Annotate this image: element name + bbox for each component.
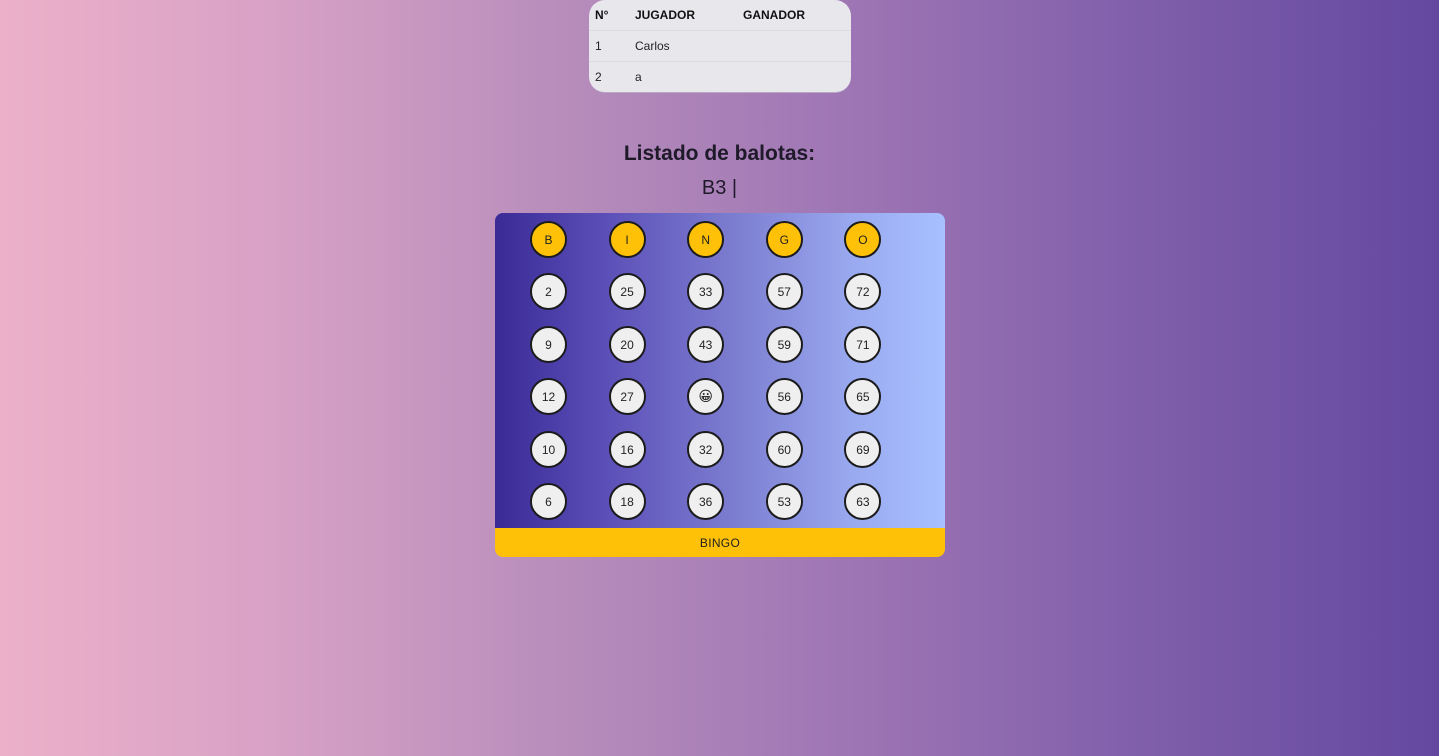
card-cell[interactable]: 27 <box>608 378 646 415</box>
card-row: 10 16 32 60 69 <box>530 431 923 468</box>
card-cell[interactable]: 57 <box>765 273 803 310</box>
bingo-card: B I N G O 2 25 33 57 72 9 20 43 59 71 12… <box>495 213 945 557</box>
header-ball-g: G <box>765 221 803 258</box>
table-row: 1 Carlos <box>589 30 851 62</box>
card-cell[interactable]: 60 <box>765 431 803 468</box>
card-cell[interactable]: 9 <box>530 326 567 363</box>
player-name: Carlos <box>629 30 737 62</box>
header-ball-n: N <box>687 221 725 258</box>
card-cell[interactable]: 33 <box>687 273 725 310</box>
card-row: 9 20 43 59 71 <box>530 326 923 363</box>
card-header-row: B I N G O <box>530 221 923 258</box>
header-ball-i: I <box>608 221 646 258</box>
card-cell[interactable]: 18 <box>608 483 646 520</box>
card-row: 12 27 😀 56 65 <box>530 378 923 415</box>
card-cell[interactable]: 36 <box>687 483 725 520</box>
column-header-winner: GANADOR <box>737 0 851 31</box>
players-table-panel: N° JUGADOR GANADOR 1 Carlos 2 a <box>589 0 851 93</box>
card-cell[interactable]: 32 <box>687 431 725 468</box>
card-cell[interactable]: 69 <box>844 431 882 468</box>
bingo-button[interactable]: BINGO <box>495 528 945 557</box>
card-cell[interactable]: 53 <box>765 483 803 520</box>
table-header-row: N° JUGADOR GANADOR <box>589 0 851 31</box>
header-ball-b: B <box>530 221 567 258</box>
table-row: 2 a <box>589 62 851 93</box>
balls-drawn-list: B3 | <box>701 177 738 199</box>
balls-list-title: Listado de balotas: <box>623 142 816 165</box>
card-cell[interactable]: 43 <box>687 326 725 363</box>
card-cell[interactable]: 25 <box>608 273 646 310</box>
card-cell[interactable]: 16 <box>608 431 646 468</box>
player-winner <box>737 30 851 62</box>
card-cell[interactable]: 65 <box>844 378 882 415</box>
card-cell[interactable]: 59 <box>765 326 803 363</box>
card-cell[interactable]: 72 <box>844 273 882 310</box>
player-name: a <box>635 70 642 84</box>
player-number: 1 <box>589 30 629 62</box>
card-row: 6 18 36 53 63 <box>530 483 923 520</box>
free-space-smiley-icon[interactable]: 😀 <box>687 378 725 415</box>
card-cell[interactable]: 6 <box>530 483 567 520</box>
card-cell[interactable]: 56 <box>765 378 803 415</box>
player-number: 2 <box>595 70 602 84</box>
card-cell[interactable]: 10 <box>530 431 567 468</box>
header-ball-o: O <box>844 221 882 258</box>
card-cell[interactable]: 2 <box>530 273 567 310</box>
player-winner <box>737 62 851 93</box>
bingo-card-grid: B I N G O 2 25 33 57 72 9 20 43 59 71 12… <box>495 213 945 528</box>
card-cell[interactable]: 12 <box>530 378 567 415</box>
column-header-number: N° <box>589 0 629 31</box>
card-cell[interactable]: 63 <box>844 483 882 520</box>
card-row: 2 25 33 57 72 <box>530 273 923 310</box>
card-cell[interactable]: 71 <box>844 326 882 363</box>
column-header-player: JUGADOR <box>629 0 737 31</box>
card-cell[interactable]: 20 <box>608 326 646 363</box>
players-table: N° JUGADOR GANADOR 1 Carlos 2 a <box>589 0 851 92</box>
